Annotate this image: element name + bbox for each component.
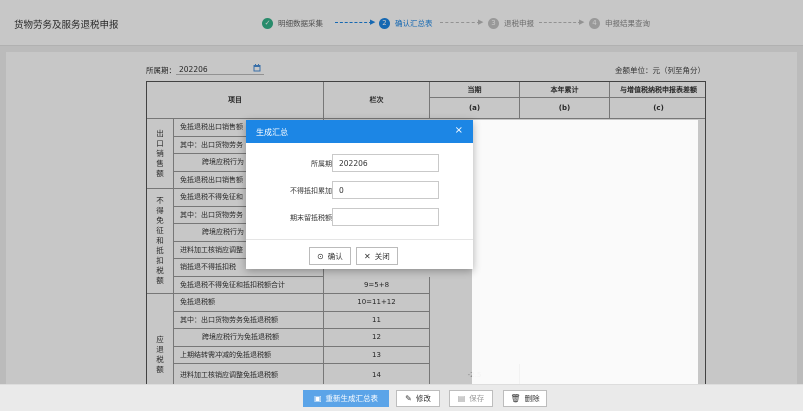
regenerate-label: 重新生成汇总表: [325, 394, 379, 403]
confirm-label: 确认: [327, 251, 343, 261]
close-label: 关闭: [374, 251, 390, 261]
check-circle-icon: ⊙: [317, 251, 324, 261]
non-deductible-field[interactable]: [332, 181, 439, 199]
close-icon[interactable]: ×: [455, 125, 463, 136]
close-icon: ✕: [364, 251, 371, 261]
dialog-divider: [246, 239, 473, 240]
save-icon: ▤: [457, 394, 466, 403]
save-label: 保存: [469, 394, 485, 403]
save-button[interactable]: ▤ 保存: [449, 390, 493, 407]
generate-summary-dialog: 生成汇总 × 所属期 不得抵扣累加 期末留抵税额 ⊙ 确认 ✕ 关闭: [246, 120, 473, 269]
dialog-title: 生成汇总: [256, 128, 288, 137]
period-field[interactable]: [332, 154, 439, 172]
delete-label: 删除: [524, 394, 540, 403]
regenerate-icon: ▣: [313, 394, 322, 403]
dialog-row-ending-credit: 期末留抵税额: [246, 208, 473, 226]
bottom-toolbar: ▣ 重新生成汇总表 ✎ 修改 ▤ 保存 🗑 删除: [0, 384, 803, 411]
dialog-row-non-deductible: 不得抵扣累加: [246, 181, 473, 199]
edit-icon: ✎: [405, 394, 412, 403]
confirm-button[interactable]: ⊙ 确认: [309, 247, 351, 265]
close-button[interactable]: ✕ 关闭: [356, 247, 398, 265]
edit-button[interactable]: ✎ 修改: [396, 390, 440, 407]
dialog-row-period: 所属期: [246, 154, 473, 172]
delete-button[interactable]: 🗑 删除: [503, 390, 547, 407]
field-label: 期末留抵税额: [290, 214, 332, 222]
field-label: 不得抵扣累加: [290, 187, 332, 195]
loading-pane: [472, 120, 698, 384]
trash-icon: 🗑: [510, 394, 521, 403]
field-label: 所属期: [311, 160, 332, 168]
edit-label: 修改: [415, 394, 431, 403]
regenerate-summary-button[interactable]: ▣ 重新生成汇总表: [303, 390, 389, 407]
ending-credit-field[interactable]: [332, 208, 439, 226]
dialog-header: 生成汇总 ×: [246, 120, 473, 143]
